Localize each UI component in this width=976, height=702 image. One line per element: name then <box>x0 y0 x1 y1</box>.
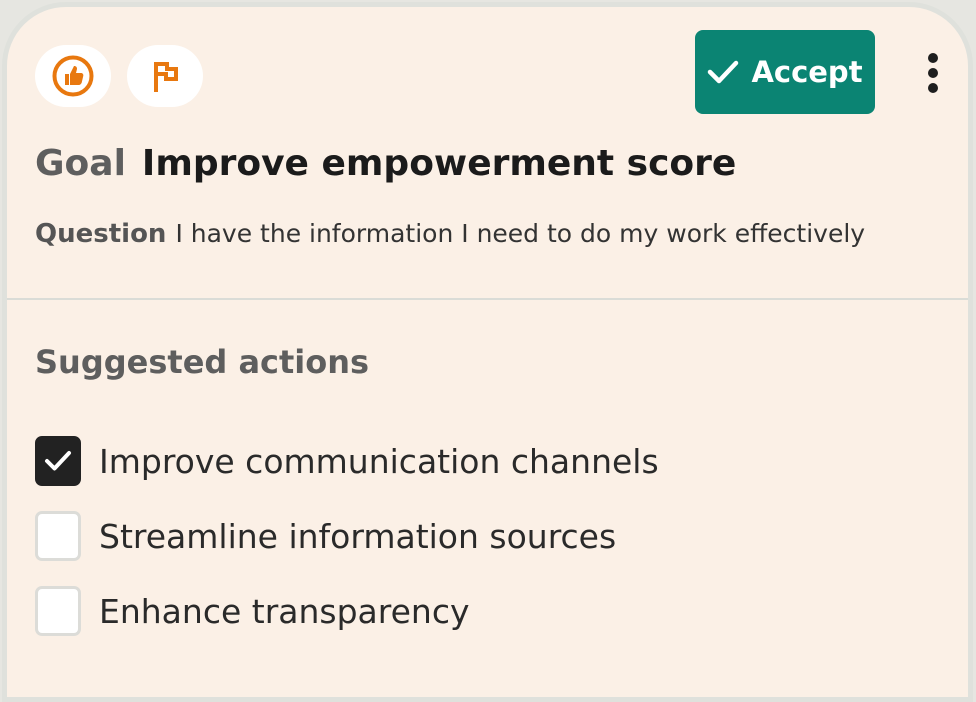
action-label: Streamline information sources <box>99 516 617 556</box>
divider <box>7 298 968 300</box>
question-label: Question <box>35 219 167 249</box>
goal-card: Accept Goal Improve empowerment score Qu… <box>2 2 973 702</box>
checkmark-icon <box>708 60 739 84</box>
checkbox-checked[interactable] <box>35 436 81 486</box>
suggested-actions-title: Suggested actions <box>35 343 370 381</box>
thumbs-up-icon <box>52 55 94 97</box>
action-label: Enhance transparency <box>99 591 470 631</box>
action-label: Improve communication channels <box>99 441 659 481</box>
checkbox-unchecked[interactable] <box>35 511 81 561</box>
checkmark-icon <box>45 451 71 471</box>
action-item-enhance-transparency[interactable]: Enhance transparency <box>35 585 470 637</box>
flag-button[interactable] <box>127 45 203 107</box>
checkbox-unchecked[interactable] <box>35 586 81 636</box>
thumbs-up-button[interactable] <box>35 45 111 107</box>
goal-label: Goal <box>35 143 126 184</box>
accept-button-label: Accept <box>751 55 863 89</box>
flag-icon <box>154 62 178 92</box>
goal-heading: Goal Improve empowerment score <box>35 143 736 184</box>
action-item-improve-communication[interactable]: Improve communication channels <box>35 435 659 487</box>
more-options-icon[interactable] <box>915 49 951 97</box>
goal-title: Improve empowerment score <box>141 143 737 184</box>
question-text: I have the information I need to do my w… <box>175 219 866 248</box>
question-line: Question I have the information I need t… <box>35 219 865 249</box>
action-item-streamline-sources[interactable]: Streamline information sources <box>35 510 616 562</box>
accept-button[interactable]: Accept <box>695 30 875 114</box>
